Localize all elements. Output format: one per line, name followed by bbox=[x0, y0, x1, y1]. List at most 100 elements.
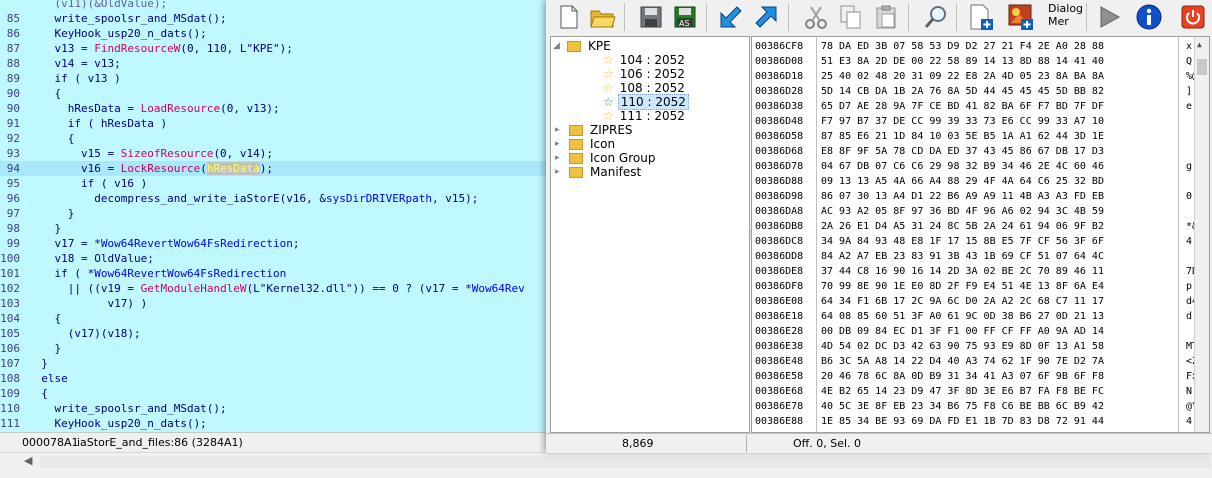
code-line[interactable]: 89 if ( v13 ) bbox=[0, 71, 548, 86]
hex-bytes[interactable]: 00 DB 09 84 EC D1 3F F1 00 FF CF FF A0 9… bbox=[821, 324, 1104, 339]
code-line[interactable]: 98 } bbox=[0, 221, 548, 236]
pseudocode-pane[interactable]: (v11)(&OldValue); 85 write_spoolsr_and_MS… bbox=[0, 0, 548, 432]
hex-bytes[interactable]: 4D 54 02 DC D3 42 63 90 75 93 E9 8D 0F 1… bbox=[821, 339, 1104, 354]
tree-node-folder[interactable]: ▸ ZIPRES bbox=[555, 123, 635, 137]
hex-bytes[interactable]: 70 99 8E 90 1E E0 8D 2F F9 E4 51 4E 13 8… bbox=[821, 279, 1104, 294]
code-text[interactable]: (v11)(&OldValue); bbox=[28, 0, 167, 11]
hex-bytes[interactable]: F7 97 B7 37 DE CC 99 39 33 73 E6 CC 99 3… bbox=[821, 114, 1104, 129]
hex-bytes[interactable]: 20 46 78 6C 8A 0D B9 31 34 41 A3 07 6F 9… bbox=[821, 369, 1104, 384]
hex-bytes[interactable]: 40 5C 3E 8F EB 23 34 B6 75 F8 C6 BE BB 6… bbox=[821, 399, 1104, 414]
hex-vertical-scrollbar[interactable]: ▲ bbox=[1194, 37, 1209, 432]
hex-bytes[interactable]: 78 DA ED 3B 07 58 53 D9 D2 27 21 F4 2E A… bbox=[821, 39, 1104, 54]
code-line[interactable]: 90 hResData = LoadResource(0, v13); bbox=[0, 101, 548, 116]
code-text[interactable]: if ( *Wow64RevertWow64FsRedirection bbox=[28, 266, 286, 281]
hex-bytes[interactable]: 87 85 E6 21 1D 84 10 03 5E B5 1A A1 62 4… bbox=[821, 129, 1104, 144]
open-folder-icon[interactable] bbox=[588, 2, 618, 32]
tree-node-resource[interactable]: ☆ 106 : 2052 bbox=[603, 67, 687, 81]
scroll-track[interactable] bbox=[40, 456, 1210, 468]
hex-view[interactable]: 00386CF8 00386D08 00386D18 00386D28 00386D38… bbox=[751, 36, 1210, 433]
code-text[interactable]: { bbox=[28, 86, 61, 101]
hex-bytes[interactable]: E8 8F 9F 5A 78 CD DA ED 37 43 45 86 67 D… bbox=[821, 144, 1104, 159]
hex-bytes[interactable]: 09 13 13 A5 4A 66 A4 88 29 4F 4A 64 C6 2… bbox=[821, 174, 1104, 189]
code-text[interactable]: decompress_and_write_iaStorE(v16, &sysDi… bbox=[28, 191, 478, 206]
expand-icon[interactable]: ▸ bbox=[555, 165, 565, 179]
code-text[interactable]: (v17)(v18); bbox=[28, 326, 141, 341]
code-line[interactable]: 85 write_spoolsr_and_MSdat(); bbox=[0, 11, 548, 26]
save-icon[interactable] bbox=[636, 2, 666, 32]
hex-bytes[interactable]: 4E B2 65 14 23 D9 47 3F 8D 3E E6 B7 FA F… bbox=[821, 384, 1104, 399]
expand-icon[interactable]: ▸ bbox=[555, 137, 565, 151]
code-text[interactable]: { bbox=[28, 131, 75, 146]
tree-node-resource[interactable]: ☆ 110 : 2052 bbox=[603, 94, 689, 110]
code-text[interactable]: v17) ) bbox=[28, 296, 147, 311]
hex-bytes[interactable]: 86 07 30 13 A4 D1 22 B6 A9 A9 11 4B A3 A… bbox=[821, 189, 1104, 204]
resource-tree[interactable]: ◢ KPE ☆ 104 : 2052 ☆ 106 : 2052 ☆ 108 : 2052 ☆ 11… bbox=[550, 36, 750, 433]
code-line[interactable]: 99 v17 = *Wow64RevertWow64FsRedirection; bbox=[0, 236, 548, 251]
expand-icon[interactable]: ▸ bbox=[555, 151, 565, 165]
code-line[interactable]: 106 } bbox=[0, 341, 548, 356]
hex-bytes[interactable]: 64 34 F1 6B 17 2C 9A 6C D0 2A A2 2C 68 C… bbox=[821, 294, 1104, 309]
code-text[interactable]: || ((v19 = GetModuleHandleW(L"Kernel32.d… bbox=[28, 281, 525, 296]
power-icon[interactable] bbox=[1178, 2, 1208, 32]
code-line[interactable]: 104 { bbox=[0, 311, 548, 326]
hex-bytes[interactable]: 64 08 85 60 51 3F A0 61 9C 0D 38 B6 27 0… bbox=[821, 309, 1104, 324]
code-line[interactable]: 100 v18 = OldValue; bbox=[0, 251, 548, 266]
code-line[interactable]: 97 } bbox=[0, 206, 548, 221]
code-text[interactable]: { bbox=[28, 311, 61, 326]
hex-bytes[interactable]: 51 E3 8A 2D DE 00 22 58 89 14 13 8D 88 1… bbox=[821, 54, 1104, 69]
tree-node-folder[interactable]: ▸ Icon Group bbox=[555, 151, 657, 165]
code-text[interactable]: v17 = *Wow64RevertWow64FsRedirection; bbox=[28, 236, 299, 251]
find-icon[interactable] bbox=[921, 2, 951, 32]
scroll-up-icon[interactable]: ▲ bbox=[1197, 40, 1202, 49]
hex-bytes[interactable]: 5D 14 CB DA 1B 2A 76 8A 5D 44 45 45 45 5… bbox=[821, 84, 1104, 99]
code-line[interactable]: 88 v14 = v13; bbox=[0, 56, 548, 71]
hex-bytes[interactable]: 25 40 02 48 20 31 09 22 E8 2A 4D 05 23 8… bbox=[821, 69, 1104, 84]
code-line[interactable]: 87 v13 = FindResourceW(0, 110, L"KPE"); bbox=[0, 41, 548, 56]
info-icon[interactable] bbox=[1134, 2, 1164, 32]
hex-bytes[interactable]: 84 A2 A7 EB 23 83 91 3B 43 1B 69 CF 51 0… bbox=[821, 249, 1104, 264]
code-line[interactable]: 92 { bbox=[0, 131, 548, 146]
code-text[interactable]: v16 = LockResource(hResData); bbox=[28, 161, 273, 176]
code-text[interactable]: else bbox=[28, 371, 68, 386]
tree-node-resource[interactable]: ☆ 104 : 2052 bbox=[603, 53, 687, 67]
play-icon[interactable] bbox=[1094, 2, 1124, 32]
hex-bytes-column[interactable]: 78 DA ED 3B 07 58 53 D9 D2 27 21 F4 2E A… bbox=[818, 37, 1179, 432]
hex-bytes[interactable]: 34 9A 84 93 48 E8 1F 17 15 8B E5 7F CF 5… bbox=[821, 234, 1104, 249]
code-text[interactable]: v15 = SizeofResource(0, v14); bbox=[28, 146, 273, 161]
code-text[interactable]: } bbox=[28, 221, 61, 236]
code-text[interactable]: } bbox=[28, 341, 61, 356]
hex-bytes[interactable]: AC 93 A2 05 8F 97 36 BD 4F 96 A6 02 94 3… bbox=[821, 204, 1104, 219]
code-line[interactable]: (v11)(&OldValue); bbox=[0, 0, 548, 11]
code-line[interactable]: 107 } bbox=[0, 356, 548, 371]
add-image-icon[interactable] bbox=[1006, 2, 1036, 32]
code-text[interactable]: v13 = FindResourceW(0, 110, L"KPE"); bbox=[28, 41, 292, 56]
code-line[interactable]: 94 v16 = LockResource(hResData); bbox=[0, 161, 548, 176]
code-line[interactable]: 86 KeyHook_usp20_n_dats(); bbox=[0, 26, 548, 41]
hex-bytes[interactable]: 04 67 DB 07 C6 C6 29 98 32 B9 34 46 2E 4… bbox=[821, 159, 1104, 174]
collapse-icon[interactable]: ◢ bbox=[553, 39, 563, 53]
code-line[interactable]: 105 (v17)(v18); bbox=[0, 326, 548, 341]
code-line[interactable]: 111 KeyHook_usp20_n_dats(); bbox=[0, 416, 548, 431]
cut-icon[interactable] bbox=[801, 2, 831, 32]
code-line[interactable]: 96 decompress_and_write_iaStorE(v16, &sy… bbox=[0, 191, 548, 206]
code-line[interactable]: 91 if ( hResData ) bbox=[0, 116, 548, 131]
code-text[interactable]: if ( v13 ) bbox=[28, 71, 120, 86]
code-line[interactable]: 90 { bbox=[0, 86, 548, 101]
arrow-back-icon[interactable] bbox=[716, 2, 746, 32]
hex-bytes[interactable]: 2A 26 E1 D4 A5 31 24 8C 5B 2A 24 61 94 0… bbox=[821, 219, 1104, 234]
code-line[interactable]: 101 if ( *Wow64RevertWow64FsRedirection bbox=[0, 266, 548, 281]
code-text[interactable]: } bbox=[28, 206, 75, 221]
code-line[interactable]: 109 { bbox=[0, 386, 548, 401]
code-line[interactable]: 108 else bbox=[0, 371, 548, 386]
code-text[interactable]: KeyHook_usp20_n_dats(); bbox=[28, 26, 206, 41]
dialog-menu-button[interactable]: Dialog Mer bbox=[1048, 2, 1088, 28]
code-line[interactable]: 93 v15 = SizeofResource(0, v14); bbox=[0, 146, 548, 161]
tree-node-resource[interactable]: ☆ 108 : 2052 bbox=[603, 81, 687, 95]
code-text[interactable]: if ( v16 ) bbox=[28, 176, 147, 191]
tree-node-folder[interactable]: ▸ Icon bbox=[555, 137, 617, 151]
code-text[interactable]: { bbox=[28, 386, 48, 401]
paste-icon[interactable] bbox=[871, 2, 901, 32]
code-line[interactable]: 110 write_spoolsr_and_MSdat(); bbox=[0, 401, 548, 416]
add-resource-icon[interactable] bbox=[966, 2, 996, 32]
copy-icon[interactable] bbox=[836, 2, 866, 32]
